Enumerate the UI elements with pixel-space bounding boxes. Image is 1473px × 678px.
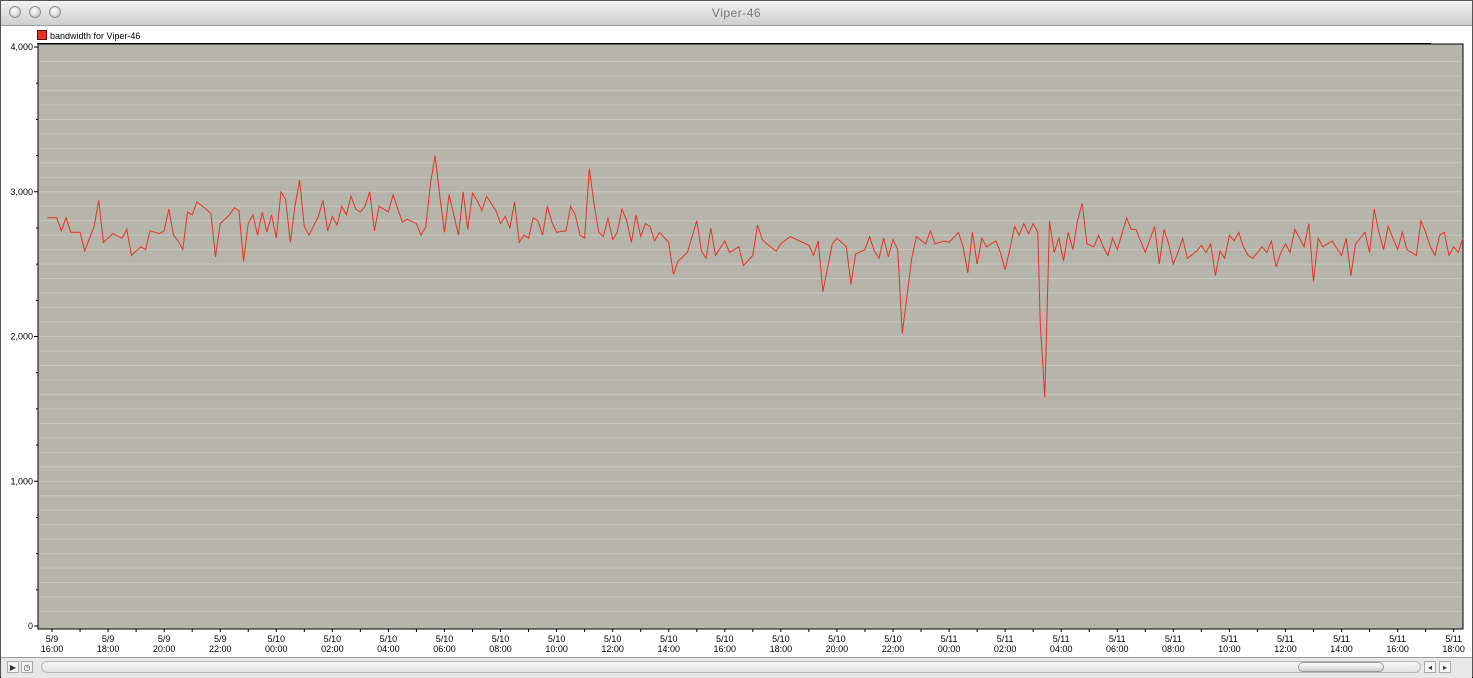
x-tick-label-date: 5/10 — [828, 634, 846, 644]
x-tick-label-date: 5/11 — [1389, 634, 1406, 644]
x-tick-label-time: 18:00 — [1442, 644, 1465, 654]
y-tick-label: 0 — [28, 621, 33, 631]
x-tick-label-date: 5/9 — [46, 634, 59, 644]
clock-icon[interactable]: ◷ — [21, 661, 33, 673]
x-tick-label-date: 5/11 — [1109, 634, 1126, 644]
x-tick-label-time: 16:00 — [41, 644, 64, 654]
x-tick-label-date: 5/10 — [660, 634, 678, 644]
x-tick-label-date: 5/11 — [1333, 634, 1350, 644]
bandwidth-chart[interactable]: 01,0002,0003,0004,0005/916:005/918:005/9… — [1, 1, 1472, 657]
x-tick-label-date: 5/10 — [772, 634, 790, 644]
app-window: Viper-46 bandwidth for Viper-46 0 1,000 2,… — [0, 0, 1473, 678]
play-icon[interactable]: ▶ — [7, 661, 19, 673]
y-tick-label: 3,000 — [10, 187, 33, 197]
x-tick-label-time: 22:00 — [209, 644, 232, 654]
x-tick-label-date: 5/11 — [1277, 634, 1294, 644]
x-tick-label-time: 14:00 — [657, 644, 680, 654]
x-tick-label-date: 5/10 — [324, 634, 342, 644]
x-tick-label-time: 04:00 — [1050, 644, 1073, 654]
y-tick-label: 2,000 — [10, 332, 33, 342]
x-tick-label-time: 02:00 — [994, 644, 1017, 654]
x-tick-label-time: 12:00 — [1274, 644, 1297, 654]
x-tick-label-date: 5/11 — [997, 634, 1014, 644]
x-tick-label-time: 08:00 — [489, 644, 512, 654]
x-tick-label-time: 14:00 — [1330, 644, 1353, 654]
x-tick-label-time: 00:00 — [938, 644, 961, 654]
x-tick-label-date: 5/10 — [436, 634, 454, 644]
x-tick-label-time: 22:00 — [882, 644, 905, 654]
x-tick-label-time: 06:00 — [1106, 644, 1129, 654]
x-tick-label-time: 18:00 — [770, 644, 793, 654]
x-tick-label-date: 5/11 — [941, 634, 958, 644]
scrollbar-thumb[interactable] — [1298, 662, 1384, 672]
x-tick-label-time: 12:00 — [601, 644, 624, 654]
x-tick-label-date: 5/10 — [380, 634, 398, 644]
x-tick-label-date: 5/9 — [102, 634, 115, 644]
x-tick-label-date: 5/10 — [604, 634, 622, 644]
x-tick-label-time: 10:00 — [545, 644, 568, 654]
timeline-scrollbar[interactable] — [41, 661, 1421, 673]
x-tick-label-date: 5/11 — [1165, 634, 1182, 644]
x-tick-label-time: 16:00 — [714, 644, 737, 654]
x-tick-label-date: 5/11 — [1053, 634, 1070, 644]
x-tick-label-date: 5/10 — [716, 634, 734, 644]
x-tick-label-time: 16:00 — [1386, 644, 1409, 654]
x-tick-label-date: 5/10 — [268, 634, 286, 644]
scroll-left-arrow-icon[interactable]: ◂ — [1424, 661, 1436, 673]
timeline-controls: ▶ ◷ ◂ ▸ — [1, 657, 1472, 678]
x-tick-label-date: 5/10 — [548, 634, 566, 644]
x-tick-label-time: 02:00 — [321, 644, 344, 654]
x-tick-label-date: 5/9 — [214, 634, 227, 644]
x-tick-label-time: 20:00 — [153, 644, 176, 654]
x-tick-label-time: 00:00 — [265, 644, 288, 654]
x-tick-label-time: 08:00 — [1162, 644, 1185, 654]
y-tick-label: 4,000 — [10, 42, 33, 52]
x-tick-label-date: 5/10 — [492, 634, 510, 644]
x-tick-label-date: 5/11 — [1221, 634, 1238, 644]
x-tick-label-date: 5/11 — [1445, 634, 1462, 644]
scroll-right-arrow-icon[interactable]: ▸ — [1439, 661, 1451, 673]
x-tick-label-time: 20:00 — [826, 644, 849, 654]
x-tick-label-time: 10:00 — [1218, 644, 1241, 654]
x-tick-label-date: 5/10 — [884, 634, 902, 644]
y-tick-label: 1,000 — [10, 476, 33, 486]
x-tick-label-date: 5/9 — [158, 634, 171, 644]
x-tick-label-time: 18:00 — [97, 644, 120, 654]
x-tick-label-time: 06:00 — [433, 644, 456, 654]
x-tick-label-time: 04:00 — [377, 644, 400, 654]
